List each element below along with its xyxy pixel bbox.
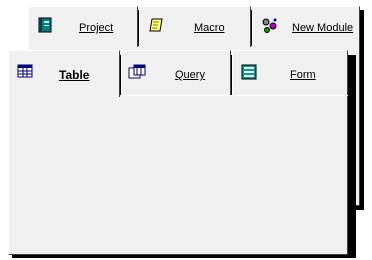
tab-query[interactable]: Query <box>121 50 231 95</box>
tab-table-label: Table <box>59 68 90 82</box>
form-icon <box>241 64 257 83</box>
tab-project[interactable]: Project <box>28 6 138 47</box>
tab-query-label: Query <box>175 69 205 81</box>
front-card-panel <box>8 95 348 255</box>
tab-macro[interactable]: Macro <box>139 6 251 47</box>
query-icon <box>128 64 146 83</box>
macro-scroll-icon <box>148 17 164 36</box>
project-book-icon <box>37 17 53 36</box>
tab-project-label: Project <box>79 22 114 34</box>
front-card-top-edge <box>121 95 348 96</box>
tab-form[interactable]: Form <box>232 50 348 95</box>
tab-table[interactable]: Table <box>8 50 120 97</box>
table-grid-icon <box>17 64 33 81</box>
tab-new-module[interactable]: New Module <box>252 6 360 47</box>
tab-macro-label: Macro <box>194 22 225 34</box>
module-gears-icon <box>261 17 279 38</box>
tab-form-label: Form <box>290 69 316 81</box>
tab-new-module-label: New Module <box>292 22 354 34</box>
